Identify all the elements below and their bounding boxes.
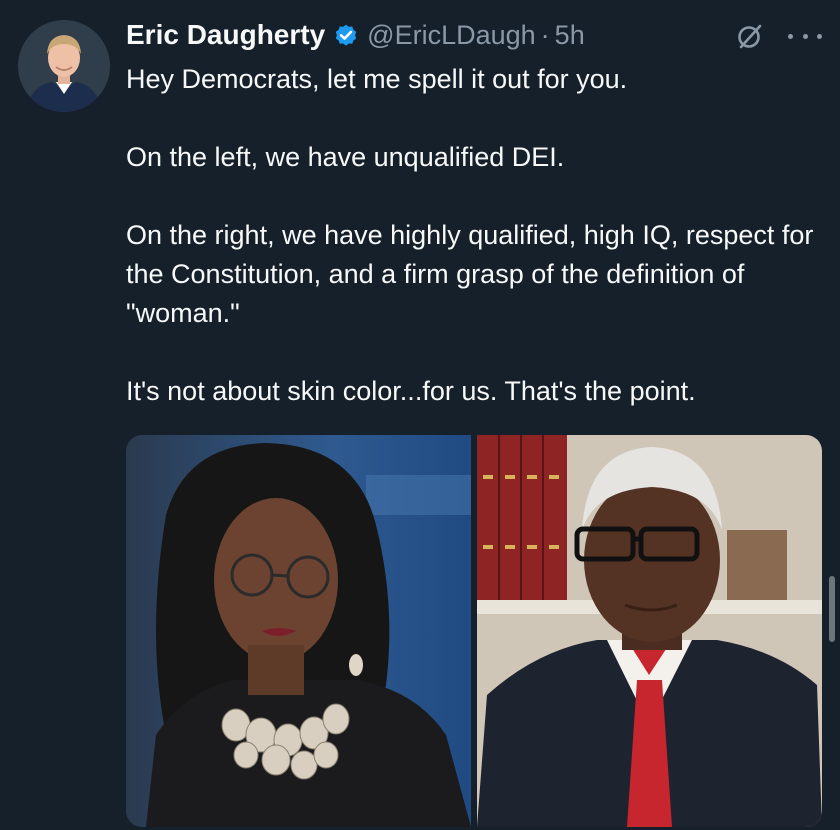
more-dot (788, 33, 793, 39)
tweet-paragraph: On the right, we have highly qualified, … (126, 220, 814, 328)
photo-left-image (126, 435, 471, 827)
tweet-paragraph: Hey Democrats, let me spell it out for y… (126, 64, 628, 94)
more-dot (802, 33, 808, 39)
more-dot (817, 33, 822, 39)
tweet[interactable]: Eric Daugherty @EricLDaugh · 5h Hey Demo… (0, 0, 840, 830)
tweet-header: Eric Daugherty @EricLDaugh · 5h (126, 16, 585, 54)
author-name[interactable]: Eric Daugherty (126, 19, 325, 51)
more-options-icon[interactable] (788, 24, 822, 48)
avatar-image (18, 20, 110, 112)
separator-dot: · (540, 19, 550, 50)
author-handle[interactable]: @EricLDaugh (367, 20, 536, 51)
avatar[interactable] (18, 20, 110, 112)
tweet-paragraph: On the left, we have unqualified DEI. (126, 142, 565, 172)
verified-badge-icon[interactable] (333, 22, 359, 48)
tweet-media[interactable] (126, 435, 822, 827)
media-photo-right[interactable] (477, 435, 822, 827)
tweet-timestamp[interactable]: 5h (555, 20, 585, 51)
photo-right-image (477, 435, 822, 827)
media-photo-left[interactable] (126, 435, 471, 827)
tweet-text: Hey Democrats, let me spell it out for y… (126, 60, 826, 411)
grok-icon[interactable] (735, 22, 765, 52)
tweet-paragraph: It's not about skin color...for us. That… (126, 376, 696, 406)
scrollbar[interactable] (829, 576, 835, 642)
